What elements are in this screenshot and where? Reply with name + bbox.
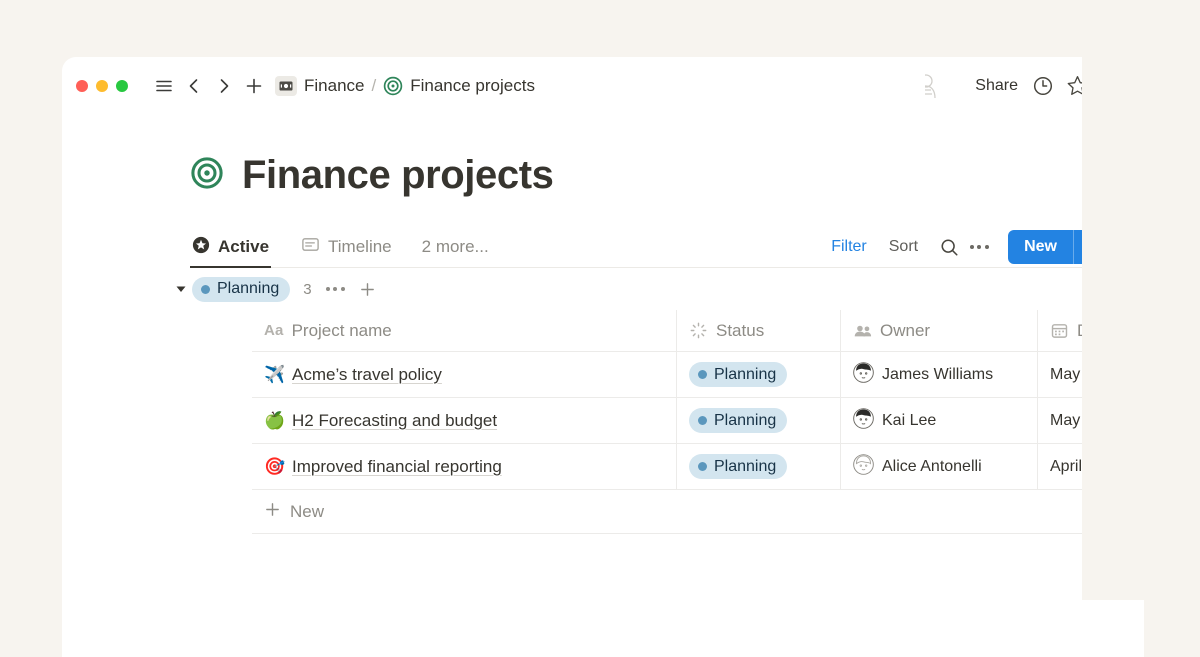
clock-icon[interactable] — [1026, 69, 1060, 103]
tabs-more-button[interactable]: 2 more... — [422, 237, 489, 257]
column-header-owner[interactable]: Owner — [840, 310, 1037, 351]
status-dot-icon — [201, 285, 210, 294]
page-content: Finance projects Active Timeline 2 more.… — [62, 114, 1144, 534]
tab-active[interactable]: Active — [190, 226, 271, 268]
page-header: Finance projects — [62, 114, 1144, 195]
traffic-lights — [76, 80, 128, 92]
cell-status[interactable]: Planning — [676, 352, 840, 397]
avatar — [853, 454, 874, 480]
status-spinner-icon — [689, 322, 708, 339]
column-header-status[interactable]: Status — [676, 310, 840, 351]
status-label: Planning — [714, 412, 776, 430]
titlebar-nav-icons — [149, 71, 269, 101]
column-label-owner: Owner — [880, 321, 930, 341]
search-icon[interactable] — [934, 232, 964, 262]
status-dot-icon — [698, 462, 707, 471]
cell-owner[interactable]: Alice Antonelli — [840, 444, 1037, 489]
project-name-link[interactable]: H2 Forecasting and budget — [292, 411, 497, 431]
filter-button[interactable]: Filter — [823, 234, 875, 260]
project-name-link[interactable]: Improved financial reporting — [292, 457, 502, 477]
status-label: Planning — [714, 458, 776, 476]
cell-project-name[interactable]: 🎯 Improved financial reporting — [252, 444, 676, 489]
tab-label-active: Active — [218, 237, 269, 257]
avatar — [853, 362, 874, 388]
breadcrumb-separator: / — [371, 76, 376, 96]
money-banknote-icon — [275, 76, 297, 96]
window-titlebar: Finance / Finance projects — [62, 57, 1144, 114]
owner-name: Alice Antonelli — [882, 458, 982, 476]
share-button[interactable]: Share — [967, 72, 1026, 100]
plus-icon — [264, 501, 281, 523]
tab-label-timeline: Timeline — [328, 237, 392, 257]
cell-status[interactable]: Planning — [676, 444, 840, 489]
star-circle-icon — [192, 236, 210, 259]
minimize-window-button[interactable] — [96, 80, 108, 92]
chevron-left-icon[interactable] — [179, 71, 209, 101]
table-row[interactable]: 🎯 Improved financial reporting Planning … — [252, 444, 1144, 490]
plus-icon[interactable] — [359, 281, 376, 298]
group-name-pill[interactable]: Planning — [192, 277, 290, 302]
add-new-row-label: New — [290, 502, 324, 522]
tab-timeline[interactable]: Timeline — [299, 226, 394, 268]
group-count: 3 — [303, 281, 311, 298]
cell-owner[interactable]: Kai Lee — [840, 398, 1037, 443]
column-label-project-name: Project name — [292, 321, 392, 341]
more-horizontal-icon[interactable] — [964, 232, 994, 262]
column-header-project-name[interactable]: Aa Project name — [252, 310, 676, 351]
sort-button[interactable]: Sort — [881, 234, 926, 260]
cell-owner[interactable]: James Williams — [840, 352, 1037, 397]
maximize-window-button[interactable] — [116, 80, 128, 92]
target-icon — [190, 156, 224, 195]
view-action-bar: Filter Sort New — [823, 226, 1106, 268]
table-row[interactable]: 🍏 H2 Forecasting and budget Planning Kai… — [252, 398, 1144, 444]
table-row[interactable]: ✈️ Acme’s travel policy Planning James W… — [252, 352, 1144, 398]
group-header-planning: Planning 3 — [62, 268, 1144, 310]
add-new-row-button[interactable]: New — [252, 490, 1144, 534]
status-badge[interactable]: Planning — [689, 362, 787, 387]
chevron-right-icon[interactable] — [209, 71, 239, 101]
cell-project-name[interactable]: ✈️ Acme’s travel policy — [252, 352, 676, 397]
green-apple-icon: 🍏 — [264, 412, 284, 429]
close-window-button[interactable] — [76, 80, 88, 92]
project-name-link[interactable]: Acme’s travel policy — [292, 365, 442, 385]
view-tabs: Active Timeline 2 more... Filter Sort — [190, 226, 1144, 268]
owner-name: James Williams — [882, 366, 993, 384]
table-header-row: Aa Project name Status Owner — [252, 310, 1144, 352]
avatar[interactable] — [925, 72, 953, 100]
status-dot-icon — [698, 370, 707, 379]
group-name-label: Planning — [217, 280, 279, 298]
breadcrumb-label-finance-projects: Finance projects — [410, 76, 535, 96]
page-title: Finance projects — [242, 155, 553, 195]
window-right-edge-mask — [1082, 0, 1200, 600]
caret-down-icon[interactable] — [170, 283, 192, 295]
breadcrumb-item-finance[interactable]: Finance — [275, 76, 364, 96]
column-label-status: Status — [716, 321, 764, 341]
status-label: Planning — [714, 366, 776, 384]
status-badge[interactable]: Planning — [689, 454, 787, 479]
cell-status[interactable]: Planning — [676, 398, 840, 443]
status-dot-icon — [698, 416, 707, 425]
timeline-icon — [301, 235, 320, 259]
plus-icon[interactable] — [239, 71, 269, 101]
cell-project-name[interactable]: 🍏 H2 Forecasting and budget — [252, 398, 676, 443]
breadcrumb-item-finance-projects[interactable]: Finance projects — [383, 76, 535, 96]
status-badge[interactable]: Planning — [689, 408, 787, 433]
breadcrumb-label-finance: Finance — [304, 76, 364, 96]
breadcrumb: Finance / Finance projects — [275, 76, 535, 96]
text-aa-icon: Aa — [264, 322, 284, 339]
calendar-icon — [1050, 322, 1069, 339]
avatar — [853, 408, 874, 434]
hamburger-icon[interactable] — [149, 71, 179, 101]
app-window: Finance / Finance projects — [62, 57, 1144, 657]
airplane-icon: ✈️ — [264, 366, 284, 383]
target-icon — [383, 76, 403, 96]
people-icon — [853, 324, 872, 338]
projects-table: Aa Project name Status Owner — [252, 310, 1144, 490]
dart-target-icon: 🎯 — [264, 458, 284, 475]
more-horizontal-icon[interactable] — [326, 287, 345, 291]
owner-name: Kai Lee — [882, 412, 936, 430]
new-button-label: New — [1008, 238, 1073, 256]
